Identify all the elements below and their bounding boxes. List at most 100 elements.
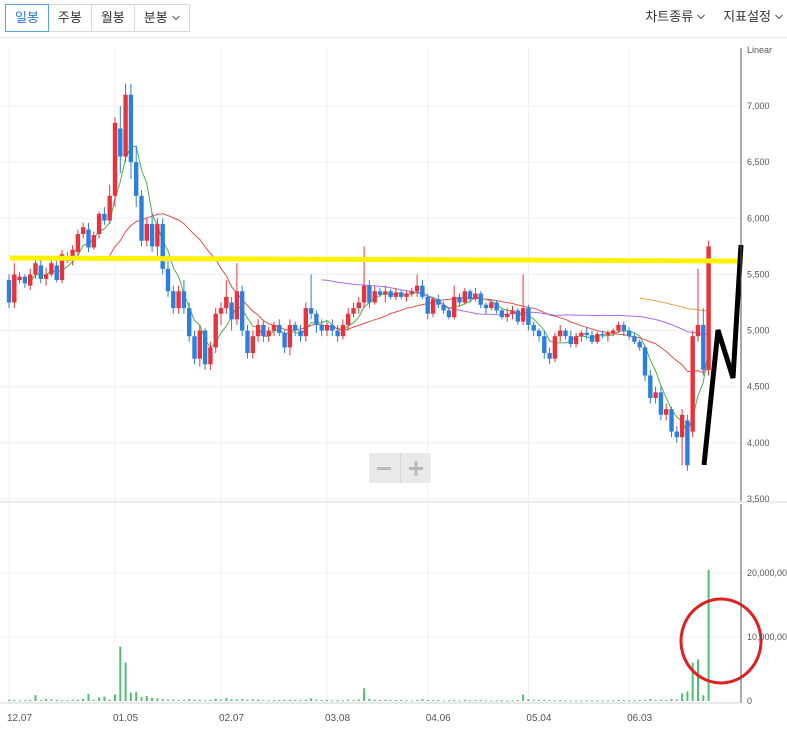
candle bbox=[531, 321, 536, 337]
candle bbox=[54, 260, 59, 283]
candle-body bbox=[499, 310, 505, 318]
volume-bar bbox=[596, 700, 599, 702]
candle-body bbox=[160, 223, 165, 269]
candle bbox=[632, 332, 637, 345]
candle-body bbox=[695, 324, 701, 337]
candle-body bbox=[653, 392, 658, 398]
candle bbox=[547, 347, 552, 365]
tab-monthly[interactable]: 월봉 bbox=[90, 4, 135, 32]
candle-body bbox=[234, 291, 240, 320]
date-tick-label: 06.03 bbox=[627, 713, 652, 724]
candle bbox=[653, 386, 658, 404]
volume-bar bbox=[516, 700, 519, 702]
candle-body bbox=[552, 336, 558, 359]
candle-body bbox=[642, 347, 648, 376]
volume-bar bbox=[29, 699, 32, 701]
candle-body bbox=[102, 213, 107, 221]
price-tick-label: 4,500 bbox=[747, 382, 770, 392]
candle-body bbox=[701, 324, 706, 370]
candle bbox=[107, 184, 112, 224]
candle bbox=[648, 369, 653, 404]
candle bbox=[102, 207, 107, 226]
candle-body bbox=[128, 94, 134, 163]
candle bbox=[224, 280, 229, 314]
volume-bar bbox=[71, 699, 74, 701]
candle-body bbox=[181, 291, 187, 309]
volume-bar bbox=[66, 700, 69, 702]
candle-body bbox=[340, 324, 346, 337]
candle-body bbox=[658, 392, 664, 415]
candle-body bbox=[293, 324, 298, 331]
candle-body bbox=[706, 246, 711, 370]
candle-body bbox=[404, 293, 409, 297]
volume-bar bbox=[569, 700, 572, 702]
tab-minute[interactable]: 분봉 bbox=[133, 4, 190, 32]
candle-body bbox=[49, 263, 54, 275]
volume-bar bbox=[485, 700, 487, 702]
volume-bar bbox=[167, 699, 169, 701]
candle-body bbox=[91, 235, 96, 248]
chart-type-menu[interactable]: 차트종류 bbox=[645, 4, 706, 30]
candle bbox=[165, 260, 171, 297]
candle-body bbox=[38, 265, 43, 279]
volume-bar bbox=[702, 695, 705, 701]
candle-body bbox=[621, 324, 626, 331]
candle-body bbox=[277, 324, 282, 333]
volume-bar bbox=[463, 699, 466, 701]
horizontal-trend-line[interactable] bbox=[9, 255, 741, 264]
candle bbox=[240, 285, 245, 337]
candle-body bbox=[669, 409, 674, 432]
candle bbox=[695, 268, 701, 342]
volume-bar bbox=[400, 700, 403, 702]
volume-bar bbox=[241, 699, 244, 701]
indicator-settings-menu[interactable]: 지표설정 bbox=[723, 4, 783, 30]
candle bbox=[383, 285, 388, 303]
stock-chart[interactable]: 7,000 6,500 6,000 5,500 5,000 4,500 4,000 3,500… bbox=[0, 38, 787, 731]
zoom-control bbox=[369, 453, 431, 483]
candle bbox=[510, 305, 515, 320]
tab-daily[interactable]: 일봉 bbox=[5, 4, 49, 32]
volume-bar bbox=[310, 698, 313, 701]
candle bbox=[558, 324, 563, 342]
candle-body bbox=[240, 291, 245, 331]
price-tick-label: 4,000 bbox=[747, 438, 770, 448]
volume-bar bbox=[394, 700, 397, 702]
candle-body bbox=[494, 302, 499, 311]
volume-bar bbox=[294, 700, 297, 702]
candle bbox=[308, 274, 314, 320]
candle bbox=[59, 249, 65, 284]
zoom-out-button[interactable] bbox=[369, 453, 400, 483]
candle-body bbox=[637, 341, 642, 348]
candle-body bbox=[192, 336, 197, 359]
candle bbox=[250, 330, 255, 359]
zoom-in-button[interactable] bbox=[399, 453, 432, 483]
volume-tick-label: 10,000,000 bbox=[747, 632, 787, 642]
candle-body bbox=[229, 302, 234, 320]
volume-bar bbox=[469, 700, 472, 702]
candle-body bbox=[584, 332, 589, 336]
candle bbox=[595, 331, 600, 345]
chart-toolbar: 일봉 주봉 월봉 분봉 차트종류 지표설정 bbox=[0, 0, 787, 38]
volume-bar bbox=[612, 700, 615, 702]
candle bbox=[494, 300, 499, 314]
volume-bar bbox=[347, 699, 350, 701]
candle-body bbox=[664, 409, 669, 415]
volume-bar bbox=[39, 700, 42, 702]
volume-bar bbox=[659, 699, 662, 701]
candle-body bbox=[600, 333, 605, 336]
plus-icon bbox=[408, 461, 423, 476]
volume-bar bbox=[553, 700, 556, 702]
candle bbox=[399, 290, 404, 300]
tab-weekly[interactable]: 주봉 bbox=[47, 4, 92, 32]
candle-body bbox=[75, 234, 81, 252]
candle bbox=[112, 117, 118, 208]
candle-body bbox=[202, 330, 208, 365]
volume-tick-label: 0 bbox=[747, 696, 752, 706]
volume-bar bbox=[490, 700, 493, 702]
chevron-down-icon bbox=[697, 14, 706, 20]
candle bbox=[340, 319, 346, 340]
candle-body bbox=[589, 335, 595, 342]
volume-bar bbox=[591, 700, 593, 702]
candle bbox=[139, 190, 144, 247]
tab-monthly-label: 월봉 bbox=[100, 10, 125, 25]
